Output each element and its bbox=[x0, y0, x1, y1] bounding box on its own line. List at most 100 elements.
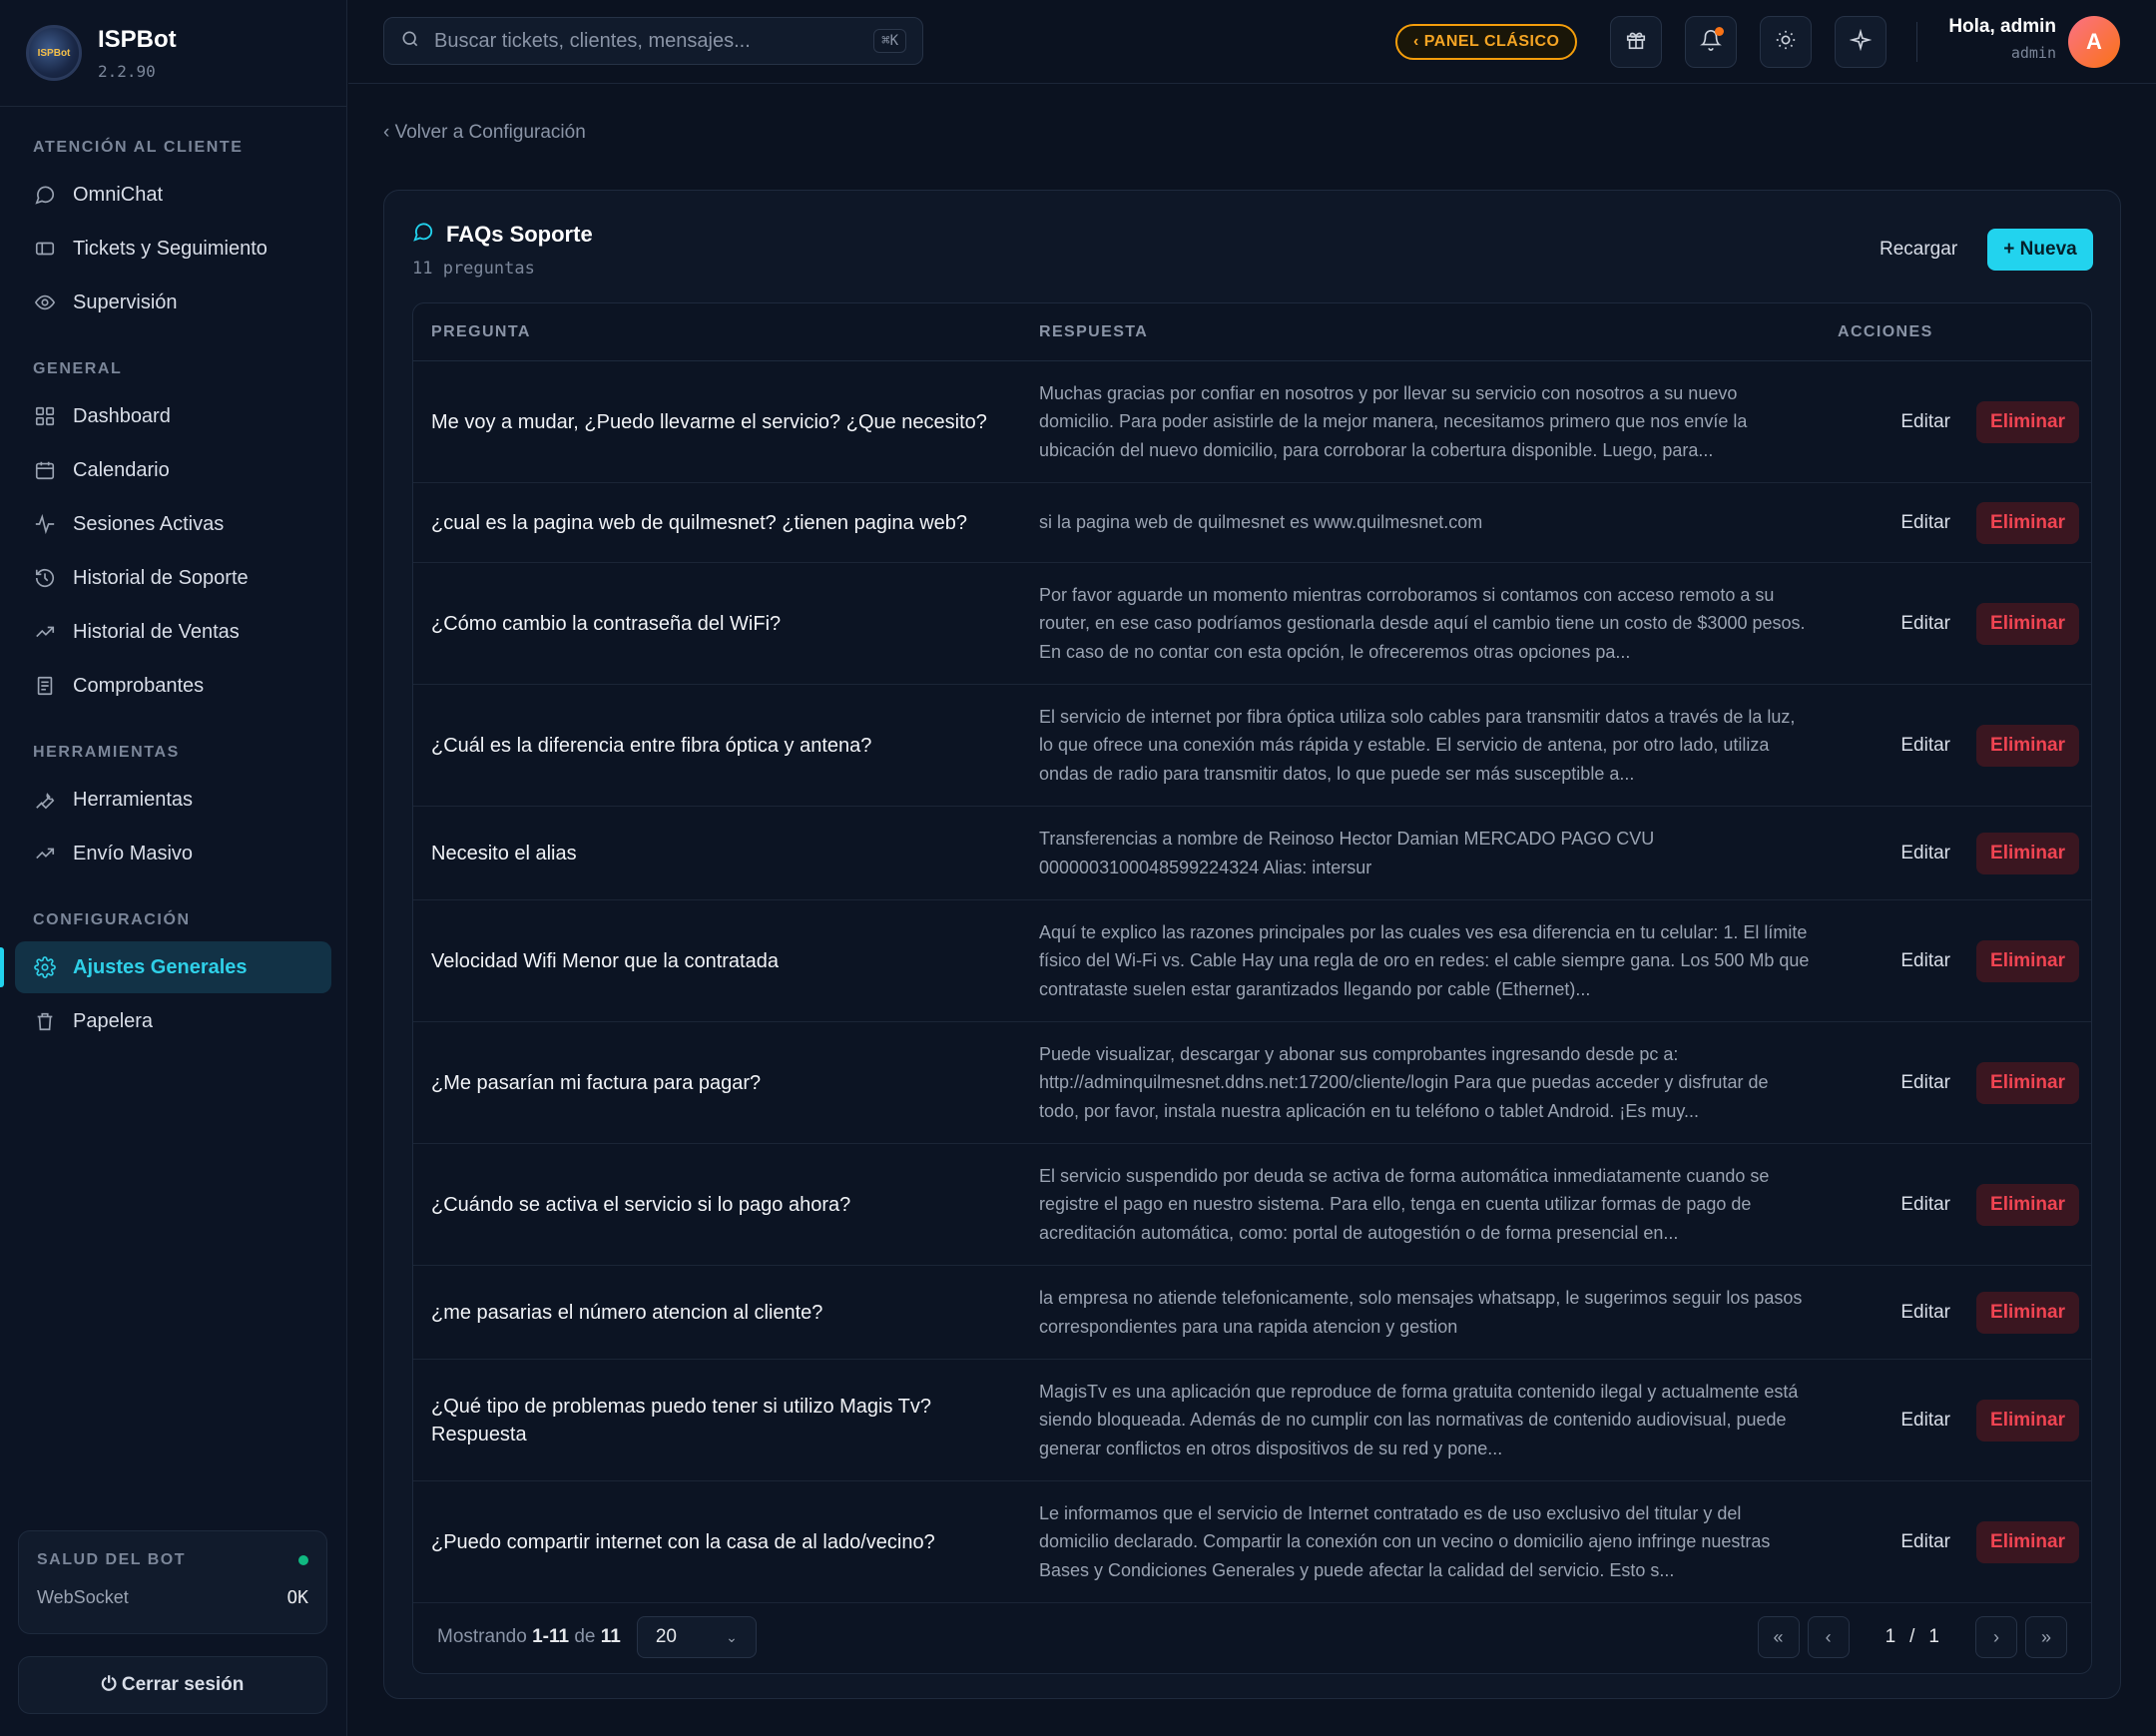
nav-section-configuracion: CONFIGURACIÓN Ajustes Generales Papelera bbox=[0, 911, 346, 1047]
receipt-icon bbox=[33, 674, 57, 698]
edit-button[interactable]: Editar bbox=[1900, 843, 1950, 865]
brand-header: ISPBot ISPBot 2.2.90 bbox=[0, 0, 346, 107]
back-to-settings-link[interactable]: ‹ Volver a Configuración bbox=[383, 122, 586, 144]
page-separator: / bbox=[1909, 1626, 1915, 1647]
showing-summary: Mostrando 1-11 de 11 bbox=[437, 1626, 621, 1648]
sidebar-item-historial-ventas[interactable]: Historial de Ventas bbox=[15, 606, 331, 658]
sidebar-item-label: Envío Masivo bbox=[73, 842, 194, 865]
sidebar-item-envio-masivo[interactable]: Envío Masivo bbox=[15, 828, 331, 879]
sidebar-item-ajustes-generales[interactable]: Ajustes Generales bbox=[0, 941, 331, 993]
search-box[interactable]: ⌘K bbox=[383, 17, 923, 65]
column-header-question: PREGUNTA bbox=[431, 322, 531, 340]
edit-button[interactable]: Editar bbox=[1900, 1302, 1950, 1324]
trend-icon bbox=[33, 842, 57, 866]
delete-button[interactable]: Eliminar bbox=[1976, 400, 2079, 443]
gift-button[interactable] bbox=[1610, 16, 1662, 68]
chevron-down-icon: ⌄ bbox=[726, 1628, 738, 1645]
theme-toggle-button[interactable] bbox=[1760, 16, 1812, 68]
sidebar-item-comprobantes[interactable]: Comprobantes bbox=[15, 660, 331, 712]
sidebar-item-label: Historial de Soporte bbox=[73, 566, 249, 589]
avatar[interactable]: A bbox=[2068, 16, 2120, 68]
delete-button[interactable]: Eliminar bbox=[1976, 724, 2079, 767]
sidebar-item-label: Sesiones Activas bbox=[73, 512, 225, 535]
topbar-divider bbox=[1916, 22, 1917, 62]
prev-page-button[interactable]: ‹ bbox=[1807, 1616, 1850, 1658]
faq-question: ¿Puedo compartir internet con la casa de… bbox=[431, 1530, 935, 1553]
eye-icon bbox=[33, 290, 57, 314]
question-count: 11 preguntas bbox=[412, 259, 535, 279]
sun-icon bbox=[1775, 29, 1797, 56]
sidebar-item-herramientas[interactable]: Herramientas bbox=[15, 774, 331, 826]
first-page-button[interactable]: « bbox=[1757, 1616, 1800, 1658]
sidebar-item-label: Comprobantes bbox=[73, 674, 205, 697]
edit-button[interactable]: Editar bbox=[1900, 411, 1950, 433]
edit-button[interactable]: Editar bbox=[1900, 512, 1950, 534]
delete-button[interactable]: Eliminar bbox=[1976, 1291, 2079, 1334]
logout-button[interactable]: ⏻ Cerrar sesión bbox=[18, 1656, 327, 1714]
edit-button[interactable]: Editar bbox=[1900, 950, 1950, 972]
sidebar-item-omnichat[interactable]: OmniChat bbox=[15, 169, 331, 221]
wrench-icon bbox=[33, 788, 57, 812]
section-title: ATENCIÓN AL CLIENTE bbox=[33, 139, 244, 156]
table-row: Velocidad Wifi Menor que la contratada Aq… bbox=[413, 900, 2091, 1022]
delete-button[interactable]: Eliminar bbox=[1976, 1183, 2079, 1226]
sidebar-item-papelera[interactable]: Papelera bbox=[15, 995, 331, 1047]
edit-button[interactable]: Editar bbox=[1900, 735, 1950, 757]
delete-button[interactable]: Eliminar bbox=[1976, 939, 2079, 982]
notifications-button[interactable] bbox=[1685, 16, 1737, 68]
logo-text: ISPBot bbox=[37, 47, 71, 59]
sidebar-item-label: Ajustes Generales bbox=[73, 955, 248, 978]
per-page-select[interactable]: 20 ⌄ bbox=[636, 1616, 757, 1658]
websocket-status: OK bbox=[286, 1587, 308, 1608]
edit-button[interactable]: Editar bbox=[1900, 1194, 1950, 1216]
health-status-dot bbox=[298, 1555, 308, 1565]
sidebar-item-dashboard[interactable]: Dashboard bbox=[15, 390, 331, 442]
edit-button[interactable]: Editar bbox=[1900, 1410, 1950, 1432]
last-page-button[interactable]: » bbox=[2025, 1616, 2067, 1658]
table-row: ¿Qué tipo de problemas puedo tener si ut… bbox=[413, 1360, 2091, 1481]
row-actions: Editar Eliminar bbox=[1838, 400, 2091, 443]
delete-button[interactable]: Eliminar bbox=[1976, 1399, 2079, 1442]
faq-answer: El servicio suspendido por deuda se acti… bbox=[1039, 1165, 1770, 1243]
reload-button[interactable]: Recargar bbox=[1880, 239, 1957, 261]
sidebar-item-label: Papelera bbox=[73, 1009, 154, 1032]
faq-answer: Aquí te explico las razones principales … bbox=[1039, 921, 1810, 999]
ai-assistant-button[interactable] bbox=[1835, 16, 1886, 68]
sidebar-item-calendario[interactable]: Calendario bbox=[15, 444, 331, 496]
faqs-card: FAQs Soporte 11 preguntas Recargar + Nue… bbox=[383, 190, 2121, 1699]
sidebar-item-supervision[interactable]: Supervisión bbox=[15, 277, 331, 328]
page-title: FAQs Soporte bbox=[446, 222, 593, 247]
faq-table: PREGUNTA RESPUESTA ACCIONES Me voy a mud… bbox=[412, 302, 2092, 1674]
delete-button[interactable]: Eliminar bbox=[1976, 1520, 2079, 1563]
pagination: « ‹ 1 / 1 › » bbox=[1750, 1616, 2067, 1658]
faq-question: ¿Cómo cambio la contraseña del WiFi? bbox=[431, 612, 782, 635]
classic-panel-button[interactable]: ‹ PANEL CLÁSICO bbox=[1395, 24, 1578, 60]
sidebar-item-sesiones[interactable]: Sesiones Activas bbox=[15, 498, 331, 550]
activity-icon bbox=[33, 512, 57, 536]
user-greeting: Hola, admin bbox=[1948, 16, 2056, 37]
next-page-button[interactable]: › bbox=[1975, 1616, 2017, 1658]
sidebar-item-tickets[interactable]: Tickets y Seguimiento bbox=[15, 223, 331, 275]
delete-button[interactable]: Eliminar bbox=[1976, 501, 2079, 544]
table-row: Me voy a mudar, ¿Puedo llevarme el servi… bbox=[413, 361, 2091, 483]
sparkle-icon bbox=[1849, 28, 1873, 56]
sidebar-item-label: OmniChat bbox=[73, 183, 164, 206]
row-actions: Editar Eliminar bbox=[1838, 1520, 2091, 1563]
sidebar-item-historial-soporte[interactable]: Historial de Soporte bbox=[15, 552, 331, 604]
search-input[interactable] bbox=[434, 29, 874, 53]
delete-button[interactable]: Eliminar bbox=[1976, 1061, 2079, 1104]
new-faq-button[interactable]: + Nueva bbox=[1987, 229, 2093, 271]
user-info[interactable]: Hola, admin admin bbox=[1944, 16, 2056, 62]
ticket-icon bbox=[33, 237, 57, 261]
sidebar: ISPBot ISPBot 2.2.90 ATENCIÓN AL CLIENTE… bbox=[0, 0, 347, 1736]
edit-button[interactable]: Editar bbox=[1900, 613, 1950, 635]
page-indicator: 1 / 1 bbox=[1886, 1626, 1939, 1648]
delete-button[interactable]: Eliminar bbox=[1976, 602, 2079, 645]
edit-button[interactable]: Editar bbox=[1900, 1531, 1950, 1553]
bot-logo[interactable]: ISPBot bbox=[26, 25, 82, 81]
row-actions: Editar Eliminar bbox=[1838, 1291, 2091, 1334]
delete-button[interactable]: Eliminar bbox=[1976, 832, 2079, 874]
faq-answer: Muchas gracias por confiar en nosotros y… bbox=[1039, 382, 1748, 460]
edit-button[interactable]: Editar bbox=[1900, 1072, 1950, 1094]
trend-icon bbox=[33, 620, 57, 644]
